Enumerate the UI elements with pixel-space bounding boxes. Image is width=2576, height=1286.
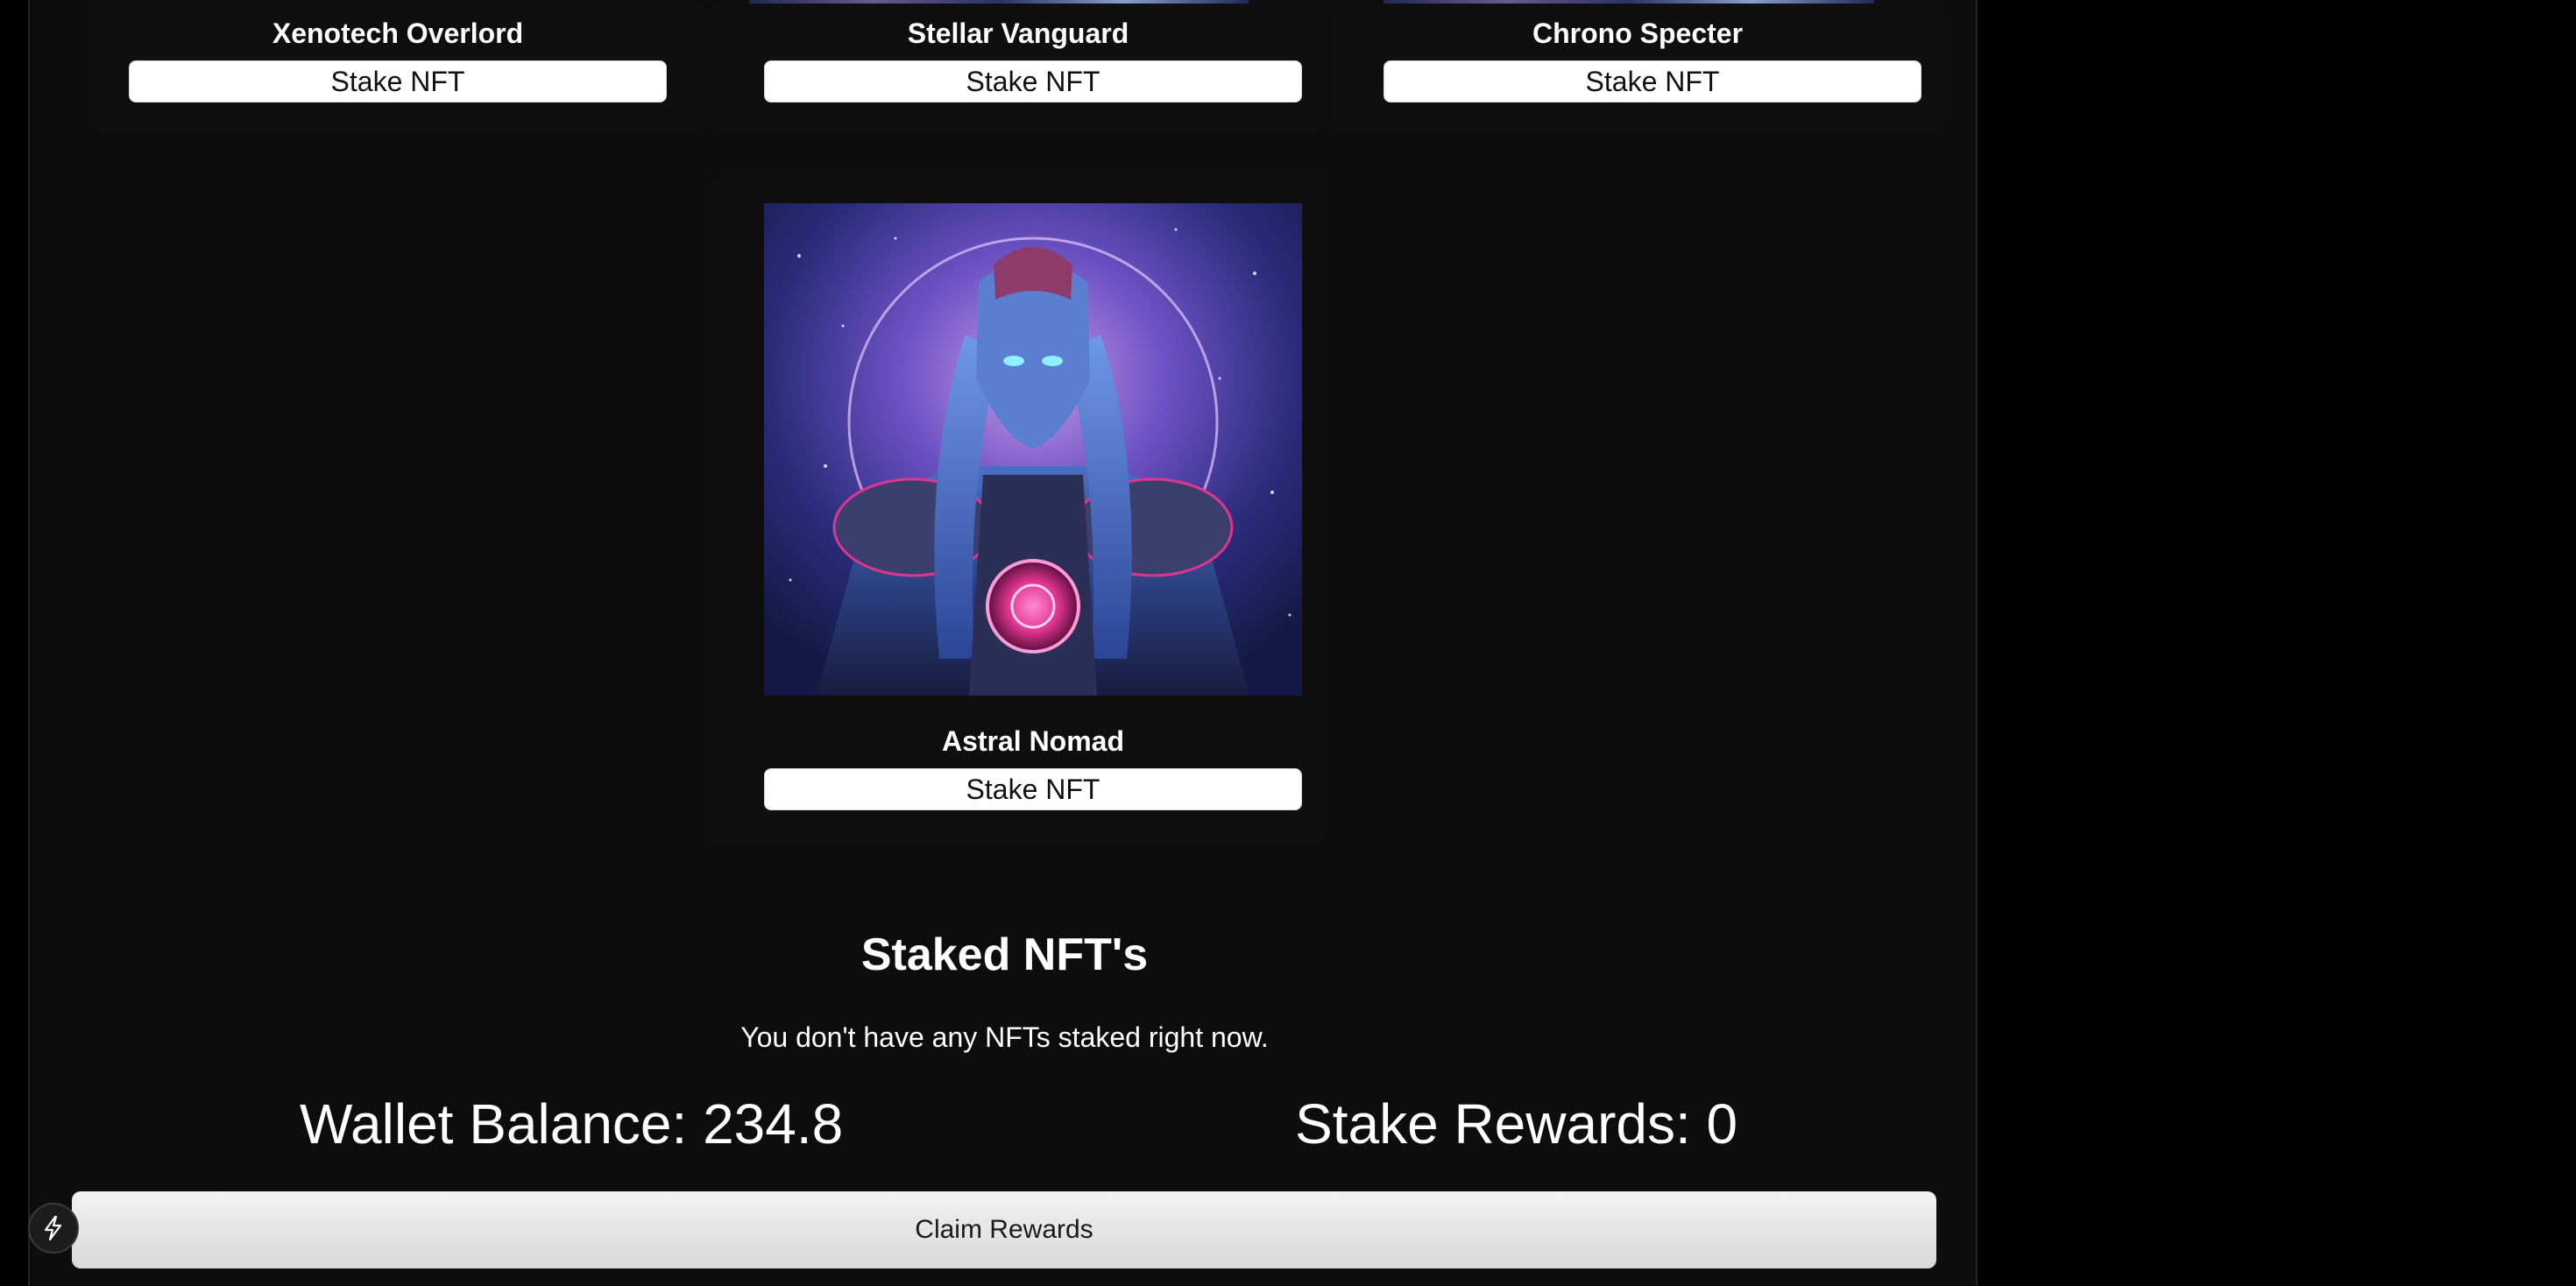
claim-rewards-button[interactable]: Claim Rewards [72, 1191, 1936, 1268]
stake-nft-button[interactable]: Stake NFT [129, 60, 667, 102]
stake-nft-button[interactable]: Stake NFT [764, 768, 1302, 810]
staked-nfts-heading: Staked NFT's [860, 929, 1149, 980]
nft-image-astral-nomad [764, 203, 1302, 696]
staking-panel: Xenotech Overlord Stake NFT Stellar Vang… [28, 0, 1978, 1286]
nft-card-xenotech-overlord: Xenotech Overlord Stake NFT [91, 0, 704, 131]
nft-card-stellar-vanguard: Stellar Vanguard Stake NFT [711, 0, 1325, 131]
lightning-bolt-icon [41, 1215, 66, 1241]
nft-name: Xenotech Overlord [272, 18, 524, 49]
nft-name: Astral Nomad [941, 725, 1125, 757]
stake-nft-button[interactable]: Stake NFT [1384, 60, 1921, 102]
nft-name: Stellar Vanguard [907, 18, 1129, 49]
quick-action-button[interactable] [28, 1203, 79, 1254]
staked-empty-message: You don't have any NFTs staked right now… [740, 1021, 1269, 1053]
wallet-balance: Wallet Balance: 234.8 [300, 1092, 844, 1155]
stake-rewards: Stake Rewards: 0 [1295, 1092, 1738, 1155]
stake-nft-button[interactable]: Stake NFT [764, 60, 1302, 102]
nft-image-edge [749, 0, 1249, 4]
nft-card-chrono-specter: Chrono Specter Stake NFT [1331, 0, 1944, 131]
nft-image-edge [1384, 0, 1874, 4]
nft-name: Chrono Specter [1532, 18, 1744, 49]
